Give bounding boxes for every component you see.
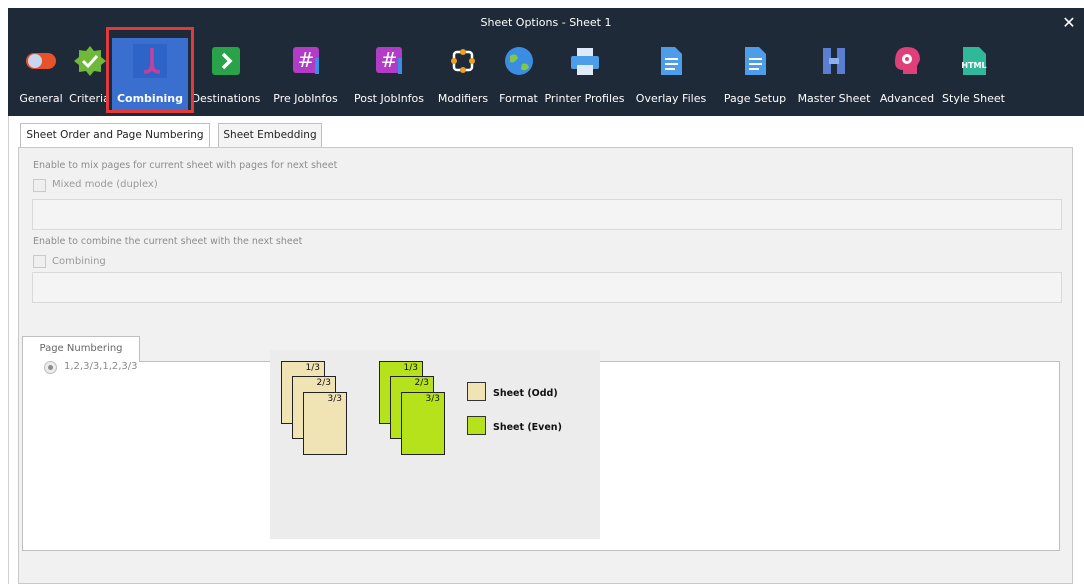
page-numbering-radio[interactable] [44, 361, 57, 374]
legend-even-swatch [467, 416, 486, 435]
tool-label: Advanced [879, 92, 935, 105]
legend-even-label: Sheet (Even) [493, 422, 562, 433]
head-gear-icon [890, 44, 924, 78]
tool-master-sheet[interactable]: Master Sheet [793, 38, 875, 112]
globe-icon [502, 44, 536, 78]
combining-label: Combining [52, 256, 106, 267]
tool-label: Overlay Files [635, 92, 707, 105]
page-numbering-option-label: 1,2,3/3,1,2,3/3 [64, 361, 138, 372]
tool-label: Combining [116, 92, 184, 105]
hash-down-icon: # [372, 44, 406, 78]
tool-page-setup[interactable]: Page Setup [717, 38, 793, 112]
html-icon: HTML [957, 44, 991, 78]
tool-pre-jobinfos[interactable]: # Pre JobInfos [266, 38, 345, 112]
combining-field [32, 272, 1062, 303]
tool-label: Style Sheet [942, 92, 1005, 105]
tool-label: Criteria [69, 92, 110, 105]
odd-page-3: 3/3 [303, 392, 347, 455]
mixed-mode-label: Mixed mode (duplex) [52, 179, 158, 190]
page-icon [738, 44, 772, 78]
close-icon[interactable]: ✕ [1058, 8, 1080, 38]
tab-page-numbering[interactable]: Page Numbering [22, 336, 140, 362]
mixed-hint: Enable to mix pages for current sheet wi… [33, 160, 338, 171]
svg-text:#: # [297, 48, 314, 72]
svg-text:HTML: HTML [961, 61, 986, 70]
document-icon [654, 44, 688, 78]
tool-destinations[interactable]: Destinations [186, 38, 266, 112]
legend-odd-swatch [467, 382, 486, 401]
window-title: Sheet Options - Sheet 1 [480, 16, 612, 29]
tool-style-sheet[interactable]: HTML Style Sheet [939, 38, 1008, 112]
tool-criteria[interactable]: Criteria [64, 38, 115, 112]
master-sheet-icon [817, 44, 851, 78]
tool-overlay-files[interactable]: Overlay Files [625, 38, 717, 112]
tool-label: Format [499, 92, 538, 105]
tool-printer-profiles[interactable]: Printer Profiles [544, 38, 625, 112]
tool-advanced[interactable]: Advanced [875, 38, 939, 112]
even-page-3: 3/3 [401, 392, 445, 455]
page-numbering-diagram: 1/3 2/3 3/3 1/3 2/3 3/3 Sheet (Odd) Shee… [270, 350, 600, 539]
tool-label: Post JobInfos [353, 92, 425, 105]
tool-label: Pre JobInfos [273, 92, 338, 105]
tool-post-jobinfos[interactable]: # Post JobInfos [345, 38, 433, 112]
tool-combining[interactable]: Combining [112, 38, 188, 112]
tool-label: Modifiers [437, 92, 489, 105]
arrow-right-icon [209, 44, 243, 78]
toggle-icon [24, 44, 58, 78]
combine-icon [133, 44, 167, 78]
sheet-options-dialog: Sheet Options - Sheet 1 ✕ General Criteri… [0, 0, 1084, 584]
svg-text:#: # [381, 48, 398, 72]
tool-label: General [19, 92, 63, 105]
tab-sheet-order[interactable]: Sheet Order and Page Numbering [20, 123, 210, 148]
hash-up-icon: # [289, 44, 323, 78]
tab-sheet-embedding[interactable]: Sheet Embedding [218, 123, 322, 148]
tool-label: Master Sheet [797, 92, 871, 105]
tool-label: Printer Profiles [544, 92, 625, 105]
mixed-mode-checkbox[interactable] [33, 179, 46, 192]
mixed-mode-field [32, 199, 1062, 230]
tool-modifiers[interactable]: Modifiers [433, 38, 493, 112]
combining-hint: Enable to combine the current sheet with… [33, 236, 303, 247]
modifier-icon [446, 44, 480, 78]
tool-general[interactable]: General [18, 38, 64, 112]
tool-label: Page Setup [723, 92, 787, 105]
combining-checkbox[interactable] [33, 255, 46, 268]
printer-icon [568, 44, 602, 78]
legend-odd-label: Sheet (Odd) [493, 388, 558, 399]
tool-format[interactable]: Format [493, 38, 544, 112]
tool-label: Destinations [191, 92, 261, 105]
check-badge-icon [73, 44, 107, 78]
